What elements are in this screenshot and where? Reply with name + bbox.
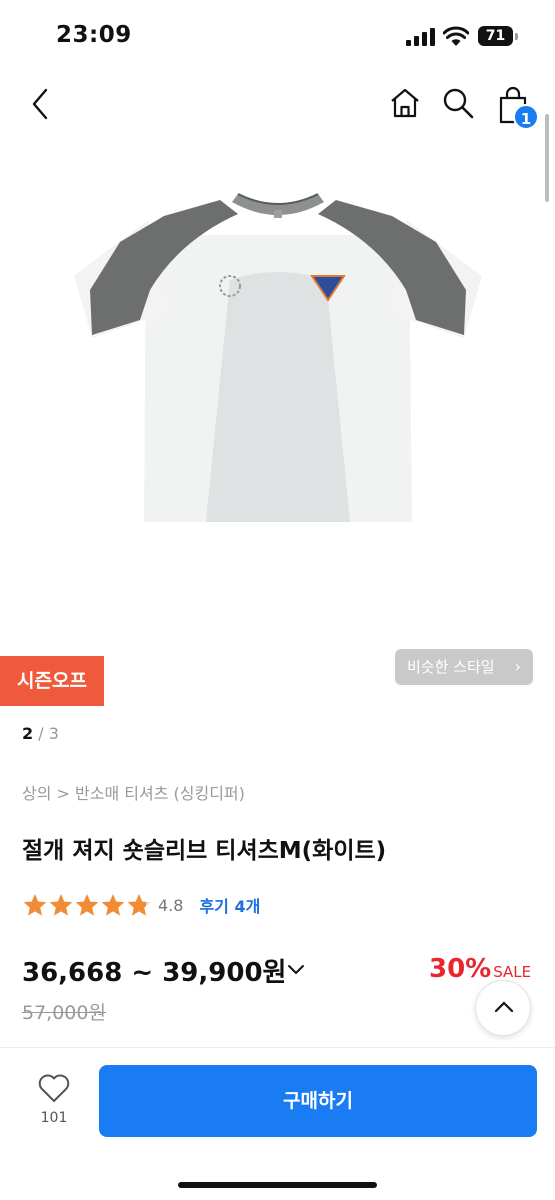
original-price: 57,000원 — [22, 1002, 106, 1024]
total-pages: 3 — [48, 724, 59, 743]
rating-stars — [22, 892, 152, 918]
wifi-icon — [443, 26, 469, 46]
current-page: 2 — [22, 724, 34, 743]
star-icon — [101, 894, 125, 916]
image-page-indicator: 2 / 3 — [22, 724, 59, 743]
wish-count: 101 — [40, 1110, 68, 1126]
discount: 30% SALE — [429, 954, 531, 984]
search-icon[interactable] — [441, 86, 475, 120]
wishlist-button[interactable]: 101 — [30, 1072, 78, 1136]
battery-level: 71 — [478, 26, 513, 46]
similar-style-button[interactable]: 비슷한 스타일 › — [395, 649, 533, 685]
chevron-up-icon — [494, 1001, 514, 1013]
season-off-badge: 시즌오프 — [0, 656, 104, 706]
page-separator: / — [33, 724, 49, 743]
scrollbar[interactable] — [545, 114, 549, 202]
star-icon — [23, 894, 47, 916]
buy-button[interactable]: 구매하기 — [99, 1065, 537, 1137]
star-icon — [127, 894, 151, 916]
top-nav — [0, 74, 555, 134]
breadcrumb[interactable]: 상의 > 반소매 티셔츠 (싱킹디퍼) — [22, 780, 245, 804]
product-title: 절개 져지 숏슬리브 티셔츠M(화이트) — [22, 838, 387, 864]
heart-icon — [38, 1074, 70, 1102]
star-icon — [75, 894, 99, 916]
cart-count-badge: 1 — [513, 104, 539, 130]
rating-row: 4.8 후기 4개 — [22, 891, 260, 919]
chevron-down-icon[interactable] — [285, 962, 307, 978]
battery-indicator: 71 — [478, 26, 518, 46]
rating-value: 4.8 — [158, 895, 184, 915]
similar-style-label: 비슷한 스타일 — [407, 658, 495, 676]
price-range: 36,668 ~ 39,900원 — [22, 958, 287, 988]
star-icon — [49, 894, 73, 916]
home-icon[interactable] — [388, 86, 422, 120]
status-time: 23:09 — [56, 22, 132, 48]
status-bar: 23:09 71 — [0, 0, 555, 74]
back-icon[interactable] — [26, 84, 56, 124]
home-indicator — [178, 1182, 377, 1188]
chevron-right-icon: › — [514, 657, 521, 676]
review-link[interactable]: 후기 4개 — [199, 893, 260, 917]
signal-icon — [406, 28, 435, 46]
sale-label: SALE — [493, 963, 532, 981]
battery-cap — [515, 33, 518, 40]
bottom-action-bar: 101 구매하기 — [0, 1047, 555, 1200]
scroll-top-button[interactable] — [475, 980, 531, 1036]
product-image[interactable] — [60, 180, 495, 530]
discount-rate: 30% — [429, 954, 492, 984]
